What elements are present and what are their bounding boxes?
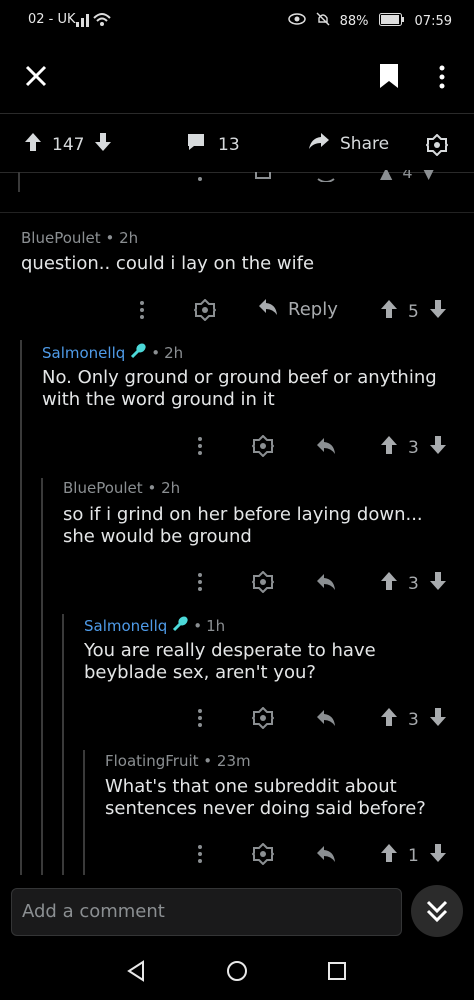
post-action-bar: 147 13 Share xyxy=(0,118,474,172)
reply-button[interactable]: Reply xyxy=(258,298,338,321)
award-icon[interactable] xyxy=(251,570,275,597)
downvote-icon[interactable] xyxy=(429,707,447,732)
award-icon[interactable] xyxy=(251,842,275,869)
upvote-icon[interactable] xyxy=(380,435,398,460)
award-icon[interactable] xyxy=(254,172,272,182)
vote-count: 3 xyxy=(408,573,419,594)
vote-count: 3 xyxy=(408,709,419,730)
comment-author[interactable]: BluePoulet xyxy=(21,229,101,247)
close-icon[interactable] xyxy=(24,64,48,92)
more-icon[interactable] xyxy=(138,300,146,324)
upvote-icon[interactable] xyxy=(380,843,398,868)
reply-icon[interactable] xyxy=(316,709,336,731)
award-icon[interactable] xyxy=(251,434,275,461)
comment-time: 2h xyxy=(161,479,181,497)
status-bar: 02 - UK 88% 07:59 xyxy=(0,0,474,40)
divider xyxy=(0,113,474,114)
comment-body: What's that one subreddit about sentence… xyxy=(105,776,426,819)
vote-count: 1 xyxy=(408,845,419,866)
upvote-icon[interactable] xyxy=(380,571,398,596)
signal-icon xyxy=(76,10,112,32)
nav-home-icon[interactable] xyxy=(226,960,248,986)
clock: 07:59 xyxy=(414,13,452,29)
add-comment-placeholder: Add a comment xyxy=(22,901,165,922)
more-icon[interactable] xyxy=(196,572,204,596)
reply-icon[interactable] xyxy=(316,172,336,182)
more-icon[interactable] xyxy=(196,708,204,732)
downvote-icon[interactable] xyxy=(429,299,447,324)
vote-count: 3 xyxy=(408,437,419,458)
comment-meta: BluePoulet • 2h xyxy=(21,229,139,247)
award-icon[interactable] xyxy=(251,706,275,733)
comment-meta: Salmonellq • 1h xyxy=(84,615,225,637)
upvote-icon[interactable] xyxy=(380,707,398,732)
post-upvote-count: 147 xyxy=(52,134,85,155)
comment-meta: FloatingFruit • 23m xyxy=(105,752,251,770)
add-comment-input[interactable]: Add a comment xyxy=(11,888,402,936)
downvote-icon[interactable] xyxy=(94,132,112,157)
upvote-icon[interactable] xyxy=(380,299,398,324)
reply-icon[interactable] xyxy=(316,573,336,595)
moderator-brush-icon xyxy=(129,342,147,364)
carrier-label: 02 - UK xyxy=(28,12,76,27)
eye-icon xyxy=(287,13,306,29)
thread-line xyxy=(62,614,64,875)
comment-time: 23m xyxy=(216,752,251,770)
more-icon[interactable] xyxy=(196,436,204,460)
more-icon[interactable] xyxy=(196,844,204,868)
thread-line xyxy=(83,750,85,875)
bookmark-icon[interactable] xyxy=(378,62,400,94)
award-icon[interactable] xyxy=(425,133,449,161)
thread-line xyxy=(41,478,43,875)
nav-recents-icon[interactable] xyxy=(327,961,347,985)
reply-icon xyxy=(258,298,278,321)
nav-back-icon[interactable] xyxy=(126,960,146,986)
comment-icon[interactable] xyxy=(186,132,206,157)
share-button[interactable]: Share xyxy=(308,132,389,155)
comment-time: 2h xyxy=(164,344,184,362)
battery-percent: 88% xyxy=(339,13,369,29)
reply-icon[interactable] xyxy=(316,437,336,459)
comment-author[interactable]: BluePoulet xyxy=(63,479,143,497)
reply-icon[interactable] xyxy=(316,845,336,867)
system-nav-bar xyxy=(0,940,474,1000)
downvote-icon[interactable] xyxy=(429,843,447,868)
upvote-icon[interactable] xyxy=(24,132,42,157)
downvote-icon[interactable]: ▼ xyxy=(423,170,435,182)
top-bar xyxy=(0,40,474,112)
mute-icon xyxy=(316,12,330,30)
divider xyxy=(0,212,474,213)
reply-label: Reply xyxy=(288,299,338,320)
comment-time: 1h xyxy=(206,617,226,635)
thread-line xyxy=(18,172,20,192)
more-icon[interactable] xyxy=(196,172,204,182)
collapse-down-icon xyxy=(426,899,448,927)
partial-vote-row: ▲ 4 ▼ xyxy=(380,170,435,182)
comment-count: 13 xyxy=(218,134,240,155)
comment-body: You are really desperate to have beyblad… xyxy=(84,640,376,683)
partial-vote-count: 4 xyxy=(402,170,413,182)
comment-body: so if i grind on her before laying down.… xyxy=(63,504,423,547)
share-label: Share xyxy=(340,133,390,154)
downvote-icon[interactable] xyxy=(429,435,447,460)
upvote-icon[interactable]: ▲ xyxy=(380,170,392,182)
battery-icon xyxy=(378,12,405,30)
collapse-down-button[interactable] xyxy=(411,885,463,937)
comment-meta: BluePoulet • 2h xyxy=(63,479,181,497)
downvote-icon[interactable] xyxy=(429,571,447,596)
comment-meta: Salmonellq • 2h xyxy=(42,342,183,364)
vote-count: 5 xyxy=(408,301,419,322)
comment-time: 2h xyxy=(119,229,139,247)
comment-body: No. Only ground or ground beef or anythi… xyxy=(42,367,437,410)
award-icon[interactable] xyxy=(193,298,217,325)
thread-line xyxy=(20,340,22,875)
share-icon xyxy=(308,132,330,155)
moderator-brush-icon xyxy=(171,615,189,637)
comment-author[interactable]: Salmonellq xyxy=(84,617,167,635)
more-vertical-icon[interactable] xyxy=(438,64,446,94)
comment-author[interactable]: FloatingFruit xyxy=(105,752,199,770)
comment-body: question.. could i lay on the wife xyxy=(21,253,315,274)
comment-author[interactable]: Salmonellq xyxy=(42,344,125,362)
